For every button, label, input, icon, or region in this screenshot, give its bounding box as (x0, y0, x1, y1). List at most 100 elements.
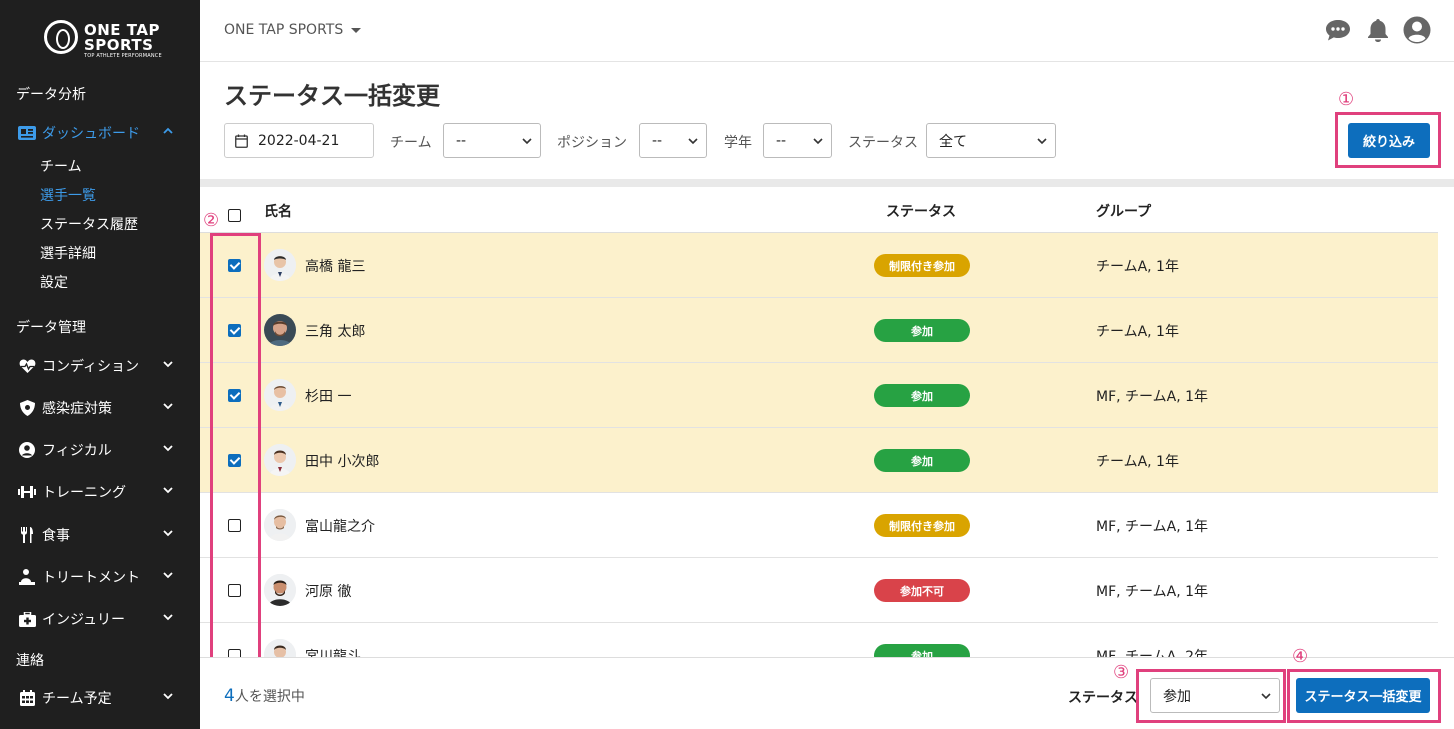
sidebar-item-treatment[interactable]: トリートメント (18, 565, 188, 589)
top-bar: ONE TAP SPORTS (200, 0, 1454, 62)
status-badge: 参加 (874, 449, 970, 472)
chevron-down-icon (163, 693, 173, 700)
column-header-name: 氏名 (264, 204, 292, 220)
chevron-down-icon (163, 530, 173, 537)
sidebar-sub-player-list[interactable]: 選手一覧 (40, 185, 96, 205)
first-aid-kit-icon (18, 611, 36, 627)
player-avatar (264, 314, 296, 346)
grade-select-value: -- (776, 132, 787, 149)
app-logo[interactable]: ONE TAP SPORTS TOP ATHLETE PERFORMANCE (44, 20, 162, 59)
logo-mark-icon (44, 20, 78, 54)
sidebar-item-infection[interactable]: 感染症対策 (18, 396, 188, 420)
dumbbell-icon (18, 484, 36, 500)
section-divider (200, 179, 1454, 187)
grade-select[interactable]: -- (763, 123, 832, 158)
status-badge: 参加 (874, 319, 970, 342)
user-circle-icon (18, 442, 36, 458)
player-avatar (264, 379, 296, 411)
status-badge: 制限付き参加 (874, 514, 970, 537)
status-badge: 参加不可 (874, 579, 970, 602)
bulk-status-select[interactable]: 参加 (1150, 678, 1280, 713)
sidebar-item-label: コンディション (42, 359, 140, 375)
sidebar-item-label: 感染症対策 (42, 401, 112, 417)
player-name: 杉田 一 (305, 389, 352, 405)
status-badge: 制限付き参加 (874, 254, 970, 277)
status-filter-value: 全て (939, 133, 967, 150)
table-row[interactable]: 三角 太郎 参加 チームA, 1年 (200, 298, 1438, 363)
sidebar-item-team-schedule[interactable]: チーム予定 (18, 686, 188, 710)
annotation-marker-4: ④ (1292, 646, 1309, 667)
bulk-status-value: 参加 (1163, 688, 1191, 705)
calendar-icon (18, 690, 36, 706)
position-select[interactable]: -- (639, 123, 707, 158)
selected-count-suffix: 人を選択中 (234, 689, 305, 705)
table-row[interactable]: 河原 徹 参加不可 MF, チームA, 1年 (200, 558, 1438, 623)
org-name: ONE TAP SPORTS (224, 22, 344, 38)
sidebar-item-meal[interactable]: 食事 (18, 523, 188, 547)
player-avatar (264, 444, 296, 476)
table-row[interactable]: 宮川龍斗 参加 MF, チームA, 2年 (200, 623, 1438, 657)
chevron-down-icon (522, 138, 532, 145)
column-header-group: グループ (1096, 204, 1152, 220)
sidebar-item-label: トレーニング (42, 485, 126, 501)
logo-line2: SPORTS (84, 36, 154, 54)
sidebar-sub-player-detail[interactable]: 選手詳細 (40, 243, 96, 263)
date-picker[interactable]: 2022-04-21 (224, 123, 374, 158)
chat-icon[interactable] (1325, 17, 1351, 43)
status-badge: 参加 (874, 644, 970, 657)
section-contact[interactable]: 連絡 (16, 650, 44, 670)
player-group: MF, チームA, 1年 (1096, 389, 1208, 405)
sidebar: ONE TAP SPORTS TOP ATHLETE PERFORMANCE デ… (0, 0, 200, 729)
sidebar-item-injury[interactable]: インジュリー (18, 607, 188, 631)
chevron-down-icon (163, 614, 173, 621)
filter-button[interactable]: 絞り込み (1348, 123, 1430, 158)
sidebar-sub-team[interactable]: チーム (40, 156, 82, 176)
bulk-status-label: ステータス (1068, 690, 1138, 706)
column-header-status: ステータス (886, 204, 956, 220)
select-all-checkbox[interactable] (228, 209, 241, 222)
bulk-status-apply-button[interactable]: ステータス一括変更 (1296, 678, 1430, 713)
player-name: 田中 小次郎 (305, 454, 380, 470)
annotation-marker-1: ① (1338, 89, 1355, 110)
sidebar-item-label: インジュリー (42, 612, 126, 628)
annotation-highlight-2 (210, 233, 261, 661)
table-row[interactable]: 田中 小次郎 参加 チームA, 1年 (200, 428, 1438, 493)
person-treatment-icon (18, 569, 36, 585)
team-filter-label: チーム (390, 135, 432, 151)
position-filter-label: ポジション (557, 135, 627, 151)
calendar-icon (235, 134, 248, 148)
logo-tagline: TOP ATHLETE PERFORMANCE (84, 53, 162, 59)
status-filter-select[interactable]: 全て (926, 123, 1056, 158)
player-group: チームA, 1年 (1096, 324, 1179, 340)
sidebar-item-label: チーム予定 (42, 691, 112, 707)
user-avatar-icon[interactable] (1403, 16, 1431, 44)
player-group: MF, チームA, 1年 (1096, 584, 1208, 600)
table-row[interactable]: 富山龍之介 制限付き参加 MF, チームA, 1年 (200, 493, 1438, 558)
player-group: チームA, 1年 (1096, 454, 1179, 470)
sidebar-item-condition[interactable]: コンディション (18, 354, 188, 378)
table-row[interactable]: 高橋 龍三 制限付き参加 チームA, 1年 (200, 233, 1438, 298)
player-avatar (264, 509, 296, 541)
chevron-down-icon (813, 138, 823, 145)
sidebar-sub-settings[interactable]: 設定 (40, 272, 68, 292)
chevron-down-icon (688, 138, 698, 145)
section-data-management: データ管理 (16, 320, 86, 336)
sidebar-sub-status-history[interactable]: ステータス履歴 (40, 214, 138, 234)
player-avatar (264, 574, 296, 606)
team-select[interactable]: -- (443, 123, 541, 158)
dashboard-card-icon (18, 125, 36, 141)
bell-icon[interactable] (1365, 17, 1391, 43)
sidebar-item-label: フィジカル (42, 443, 112, 459)
chevron-down-icon (1037, 138, 1047, 145)
sidebar-item-training[interactable]: トレーニング (18, 480, 188, 504)
player-avatar (264, 249, 296, 281)
sidebar-item-physical[interactable]: フィジカル (18, 438, 188, 462)
org-switcher[interactable]: ONE TAP SPORTS (224, 22, 362, 38)
sidebar-item-dashboard[interactable]: ダッシュボード (18, 121, 188, 145)
sidebar-item-label: トリートメント (42, 570, 140, 586)
player-group: MF, チームA, 1年 (1096, 519, 1208, 535)
player-name: 富山龍之介 (305, 519, 375, 535)
table-row[interactable]: 杉田 一 参加 MF, チームA, 1年 (200, 363, 1438, 428)
sidebar-item-label: 食事 (42, 528, 70, 544)
selected-count: 4人を選択中 (224, 686, 305, 706)
